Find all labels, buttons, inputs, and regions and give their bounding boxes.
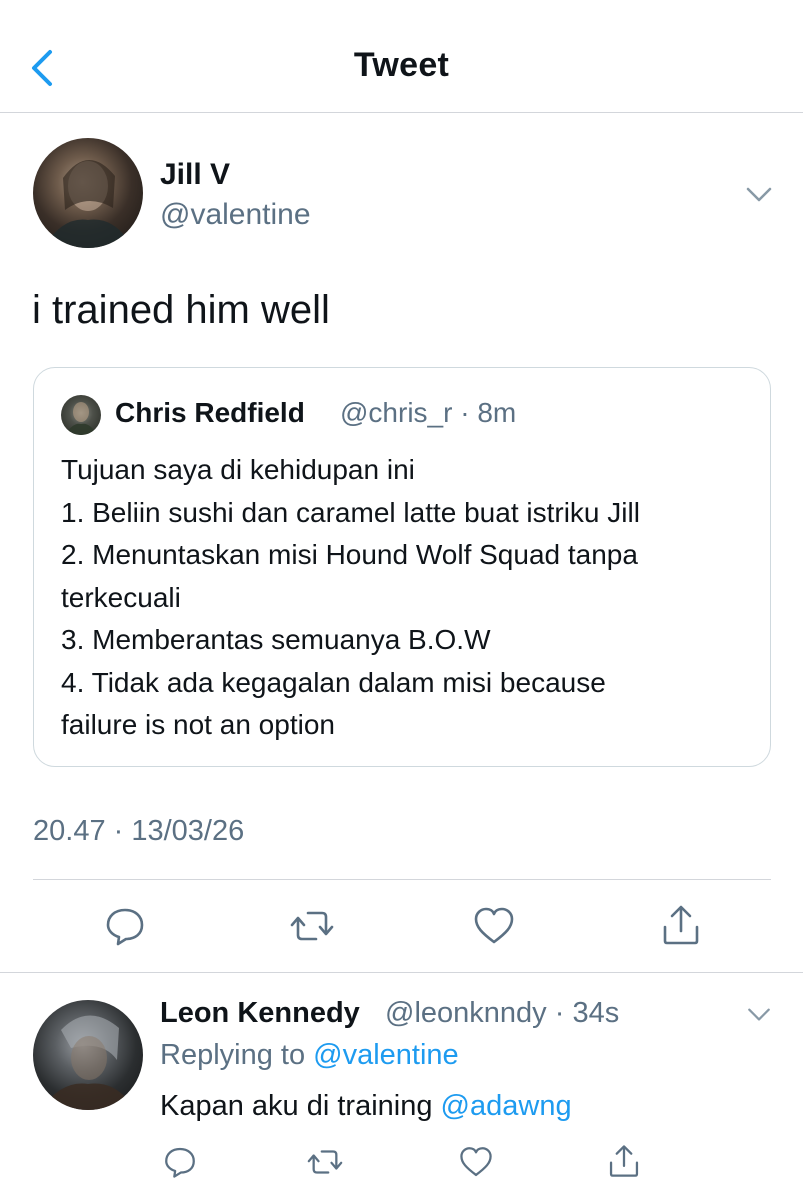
quoted-line: 2. Menuntaskan misi Hound Wolf Squad tan… [61,539,638,570]
quoted-line: 4. Tidak ada kegagalan dalam misi becaus… [61,666,606,698]
quoted-line: Tujuan saya di kehidupan ini [61,454,415,485]
reply-retweet-button[interactable] [305,1145,345,1184]
quoted-line: failure is not an option [61,709,335,740]
quoted-author-name: Chris Redfield [115,397,305,428]
author-name[interactable]: Jill V [160,158,230,192]
tweet-timestamp: 20.47 · 13/03/26 [33,815,245,847]
reply-reply-button[interactable] [163,1145,197,1184]
retweet-button[interactable] [288,905,336,952]
reply-time: 34s [572,997,620,1029]
reply-button[interactable] [104,905,146,952]
reply-separator: · [554,997,565,1029]
chevron-down-icon [746,187,772,202]
quoted-tweet-text: Tujuan saya di kehidupan ini 1. Beliin s… [61,449,640,747]
reply-meta: @leonknndy · 34s [385,997,619,1030]
quoted-time: 8m [477,397,517,428]
tweet-text: i trained him well [32,288,330,332]
heart-icon [460,1147,492,1177]
heart-icon [474,907,514,944]
reply-author-name[interactable]: Leon Kennedy [160,997,360,1030]
replying-to-label: Replying to [160,1039,306,1071]
chevron-down-icon [748,1008,770,1021]
replying-to-handle-link[interactable]: @valentine [313,1039,459,1071]
reply-share-button[interactable] [607,1143,641,1184]
like-button[interactable] [472,905,516,952]
author-handle[interactable]: @valentine [160,198,311,232]
retweet-icon [290,911,334,941]
reply-like-button[interactable] [458,1145,494,1184]
quoted-line: 3. Memberantas semuanya B.O.W [61,624,491,655]
comment-icon [165,1147,195,1178]
reply-avatar[interactable] [33,1000,143,1110]
share-icon [609,1145,639,1177]
more-options-button[interactable] [742,178,776,212]
reply-text-body: Kapan aku di training [160,1090,433,1122]
divider [33,879,771,880]
reply-author-handle[interactable]: @leonknndy [385,997,547,1029]
avatar[interactable] [33,138,143,248]
mention-link[interactable]: @adawng [441,1090,572,1122]
divider [0,972,803,973]
reply-more-options-button[interactable] [744,1000,778,1034]
quoted-line: terkecuali [61,581,181,613]
share-button[interactable] [660,903,702,952]
quoted-line: 1. Beliin sushi dan caramel latte buat i… [61,496,640,528]
quoted-separator: · [460,397,470,428]
retweet-icon [307,1150,343,1174]
top-bar: Tweet [0,0,803,113]
comment-icon [106,908,144,946]
quoted-avatar [61,395,101,435]
quoted-author-handle: @chris_r [340,397,453,428]
reply-text: Kapan aku di training @adawng [160,1090,572,1123]
page-title: Tweet [353,46,450,84]
replying-to: Replying to @valentine [160,1039,459,1072]
quoted-meta: @chris_r · 8m [340,397,516,429]
share-icon [663,905,699,945]
